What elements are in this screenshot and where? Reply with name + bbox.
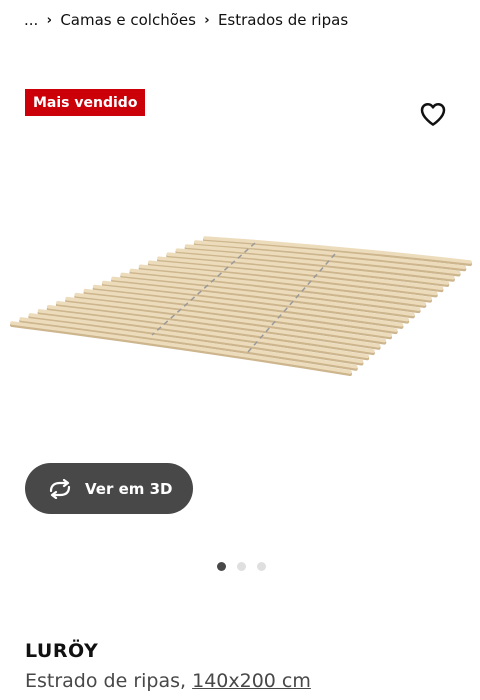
carousel-dot[interactable] xyxy=(217,562,226,571)
view-3d-button[interactable]: Ver em 3D xyxy=(25,463,193,514)
product-size-link[interactable]: 140x200 cm xyxy=(192,670,311,692)
favorite-button[interactable] xyxy=(418,99,448,129)
breadcrumb: ... › Camas e colchões › Estrados de rip… xyxy=(24,9,348,31)
chevron-right-icon: › xyxy=(204,12,210,28)
product-type: Estrado de ripas, xyxy=(25,670,187,692)
rotate-arrows-icon xyxy=(49,478,71,499)
view-3d-label: Ver em 3D xyxy=(85,479,173,498)
breadcrumb-more[interactable]: ... xyxy=(24,11,38,29)
best-seller-badge: Mais vendido xyxy=(25,89,146,116)
carousel-indicator xyxy=(217,562,277,571)
carousel-dot[interactable] xyxy=(237,562,246,571)
product-description: Estrado de ripas, 140x200 cm xyxy=(25,670,311,692)
product-image xyxy=(10,236,472,376)
product-name: LURÖY xyxy=(25,640,99,662)
heart-outline-icon xyxy=(420,103,446,126)
breadcrumb-item-camas[interactable]: Camas e colchões xyxy=(60,11,196,29)
chevron-right-icon: › xyxy=(46,12,52,28)
breadcrumb-item-estrados[interactable]: Estrados de ripas xyxy=(218,11,348,29)
carousel-dot[interactable] xyxy=(257,562,266,571)
